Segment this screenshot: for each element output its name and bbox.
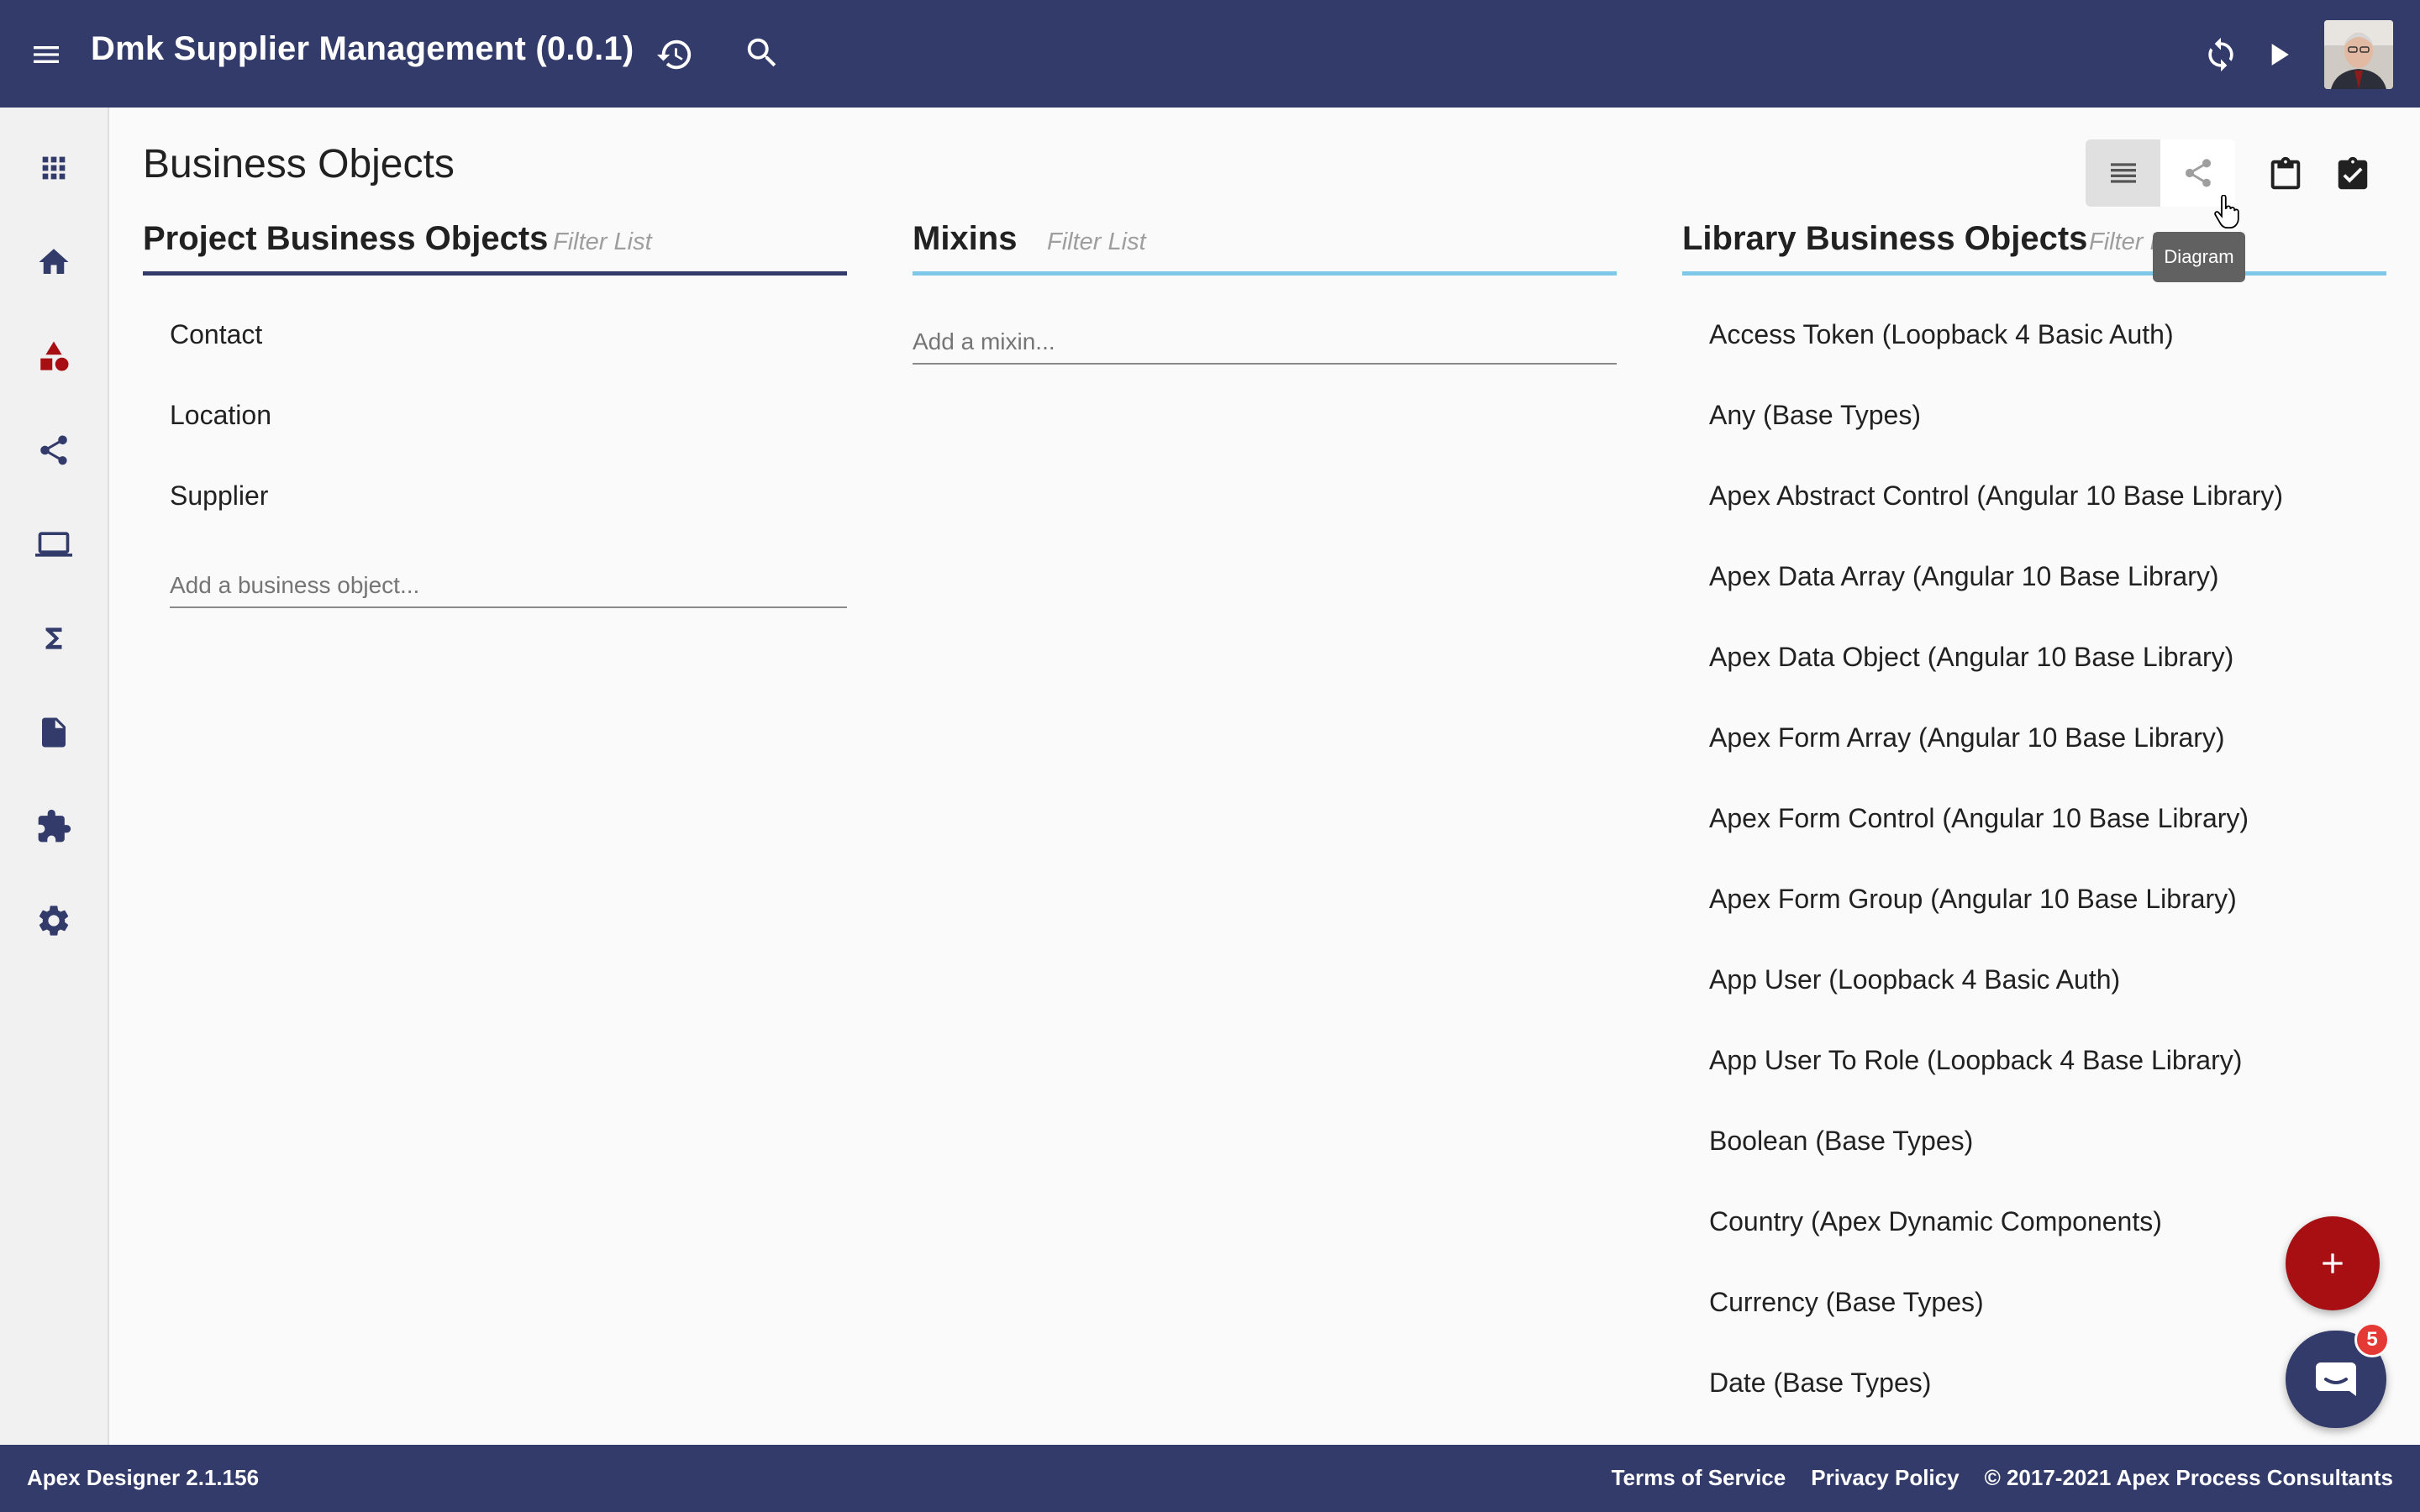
list-item[interactable]: Supplier <box>143 455 847 536</box>
project-business-objects-column: Project Business Objects Filter List Con… <box>143 217 847 608</box>
project-column-title: Project Business Objects <box>143 220 549 257</box>
share-icon <box>2185 159 2211 187</box>
search-icon[interactable] <box>739 30 785 76</box>
list-item[interactable]: App User (Loopback 4 Basic Auth) <box>1682 939 2386 1020</box>
list-item[interactable]: Country (Apex Dynamic Components) <box>1682 1181 2386 1262</box>
avatar[interactable] <box>2324 20 2393 89</box>
list-view-button[interactable] <box>2086 139 2160 207</box>
mixins-column: Mixins Filter List Add a mixin... <box>913 217 1617 365</box>
list-item[interactable]: Apex Form Array (Angular 10 Base Library… <box>1682 697 2386 778</box>
laptop-icon[interactable] <box>30 521 77 568</box>
play-icon[interactable] <box>2255 32 2301 77</box>
terms-of-service-link[interactable]: Terms of Service <box>1612 1465 1786 1491</box>
page-title: Business Objects <box>143 142 455 186</box>
plus-icon <box>2323 1253 2343 1273</box>
list-item[interactable]: Apex Form Control (Angular 10 Base Libra… <box>1682 778 2386 858</box>
grid-icon[interactable] <box>30 144 77 192</box>
home-icon[interactable] <box>30 239 77 286</box>
list-item[interactable]: Currency (Base Types) <box>1682 1262 2386 1342</box>
project-list: Contact Location Supplier <box>143 294 847 536</box>
list-item[interactable]: Date (Base Types) <box>1682 1342 2386 1423</box>
mixins-column-header: Mixins Filter List <box>913 217 1617 276</box>
list-item[interactable]: Any (Base Types) <box>1682 375 2386 455</box>
privacy-policy-link[interactable]: Privacy Policy <box>1811 1465 1959 1491</box>
add-business-object-input[interactable]: Add a business object... <box>170 564 847 608</box>
list-item[interactable]: Location <box>143 375 847 455</box>
add-mixin-input[interactable]: Add a mixin... <box>913 321 1617 365</box>
shapes-icon[interactable] <box>30 333 77 380</box>
chat-icon <box>2316 1362 2356 1396</box>
refresh-icon[interactable] <box>2198 32 2244 77</box>
copyright-text: © 2017-2021 Apex Process Consultants <box>1984 1465 2393 1490</box>
library-business-objects-column: Library Business Objects Filter L Access… <box>1682 217 2386 1423</box>
library-column-title: Library Business Objects <box>1682 220 2088 257</box>
footer-links: Terms of Service Privacy Policy © 2017-2… <box>1612 1465 2393 1491</box>
sigma-icon[interactable] <box>30 615 77 662</box>
add-fab-button[interactable] <box>2286 1216 2380 1310</box>
list-item[interactable]: Boolean (Base Types) <box>1682 1100 2386 1181</box>
mixins-column-title: Mixins <box>913 220 1018 257</box>
list-item[interactable]: Apex Abstract Control (Angular 10 Base L… <box>1682 455 2386 536</box>
side-nav <box>0 108 109 1445</box>
list-item[interactable]: Apex Form Group (Angular 10 Base Library… <box>1682 858 2386 939</box>
hand-cursor-icon <box>2213 194 2242 229</box>
app-title[interactable]: Dmk Supplier Management (0.0.1) <box>91 30 634 68</box>
share-icon[interactable] <box>30 427 77 474</box>
project-filter-input[interactable]: Filter List <box>553 228 652 256</box>
project-column-header: Project Business Objects Filter List <box>143 217 847 276</box>
file-icon[interactable] <box>30 709 77 756</box>
list-item[interactable]: Apex Data Array (Angular 10 Base Library… <box>1682 536 2386 617</box>
history-icon[interactable] <box>652 32 697 77</box>
clipboard-icon[interactable] <box>2262 151 2309 198</box>
diagram-tooltip: Diagram <box>2153 232 2245 282</box>
library-list: Access Token (Loopback 4 Basic Auth) Any… <box>1682 294 2386 1423</box>
list-item[interactable]: Access Token (Loopback 4 Basic Auth) <box>1682 294 2386 375</box>
menu-icon[interactable] <box>25 34 67 76</box>
gear-icon[interactable] <box>30 897 77 944</box>
footer: Apex Designer 2.1.156 Terms of Service P… <box>0 1445 2420 1512</box>
mixins-filter-input[interactable]: Filter List <box>1047 228 1146 256</box>
notification-badge: 5 <box>2354 1322 2390 1357</box>
puzzle-icon[interactable] <box>30 803 77 850</box>
library-column-header: Library Business Objects Filter L <box>1682 217 2386 276</box>
list-icon <box>2110 163 2136 183</box>
clipboard-check-icon[interactable] <box>2329 151 2376 198</box>
list-item[interactable]: Apex Data Object (Angular 10 Base Librar… <box>1682 617 2386 697</box>
top-toolbar: Dmk Supplier Management (0.0.1) <box>0 0 2420 108</box>
list-item[interactable]: Contact <box>143 294 847 375</box>
list-item[interactable]: App User To Role (Loopback 4 Base Librar… <box>1682 1020 2386 1100</box>
app-version: Apex Designer 2.1.156 <box>27 1465 260 1490</box>
